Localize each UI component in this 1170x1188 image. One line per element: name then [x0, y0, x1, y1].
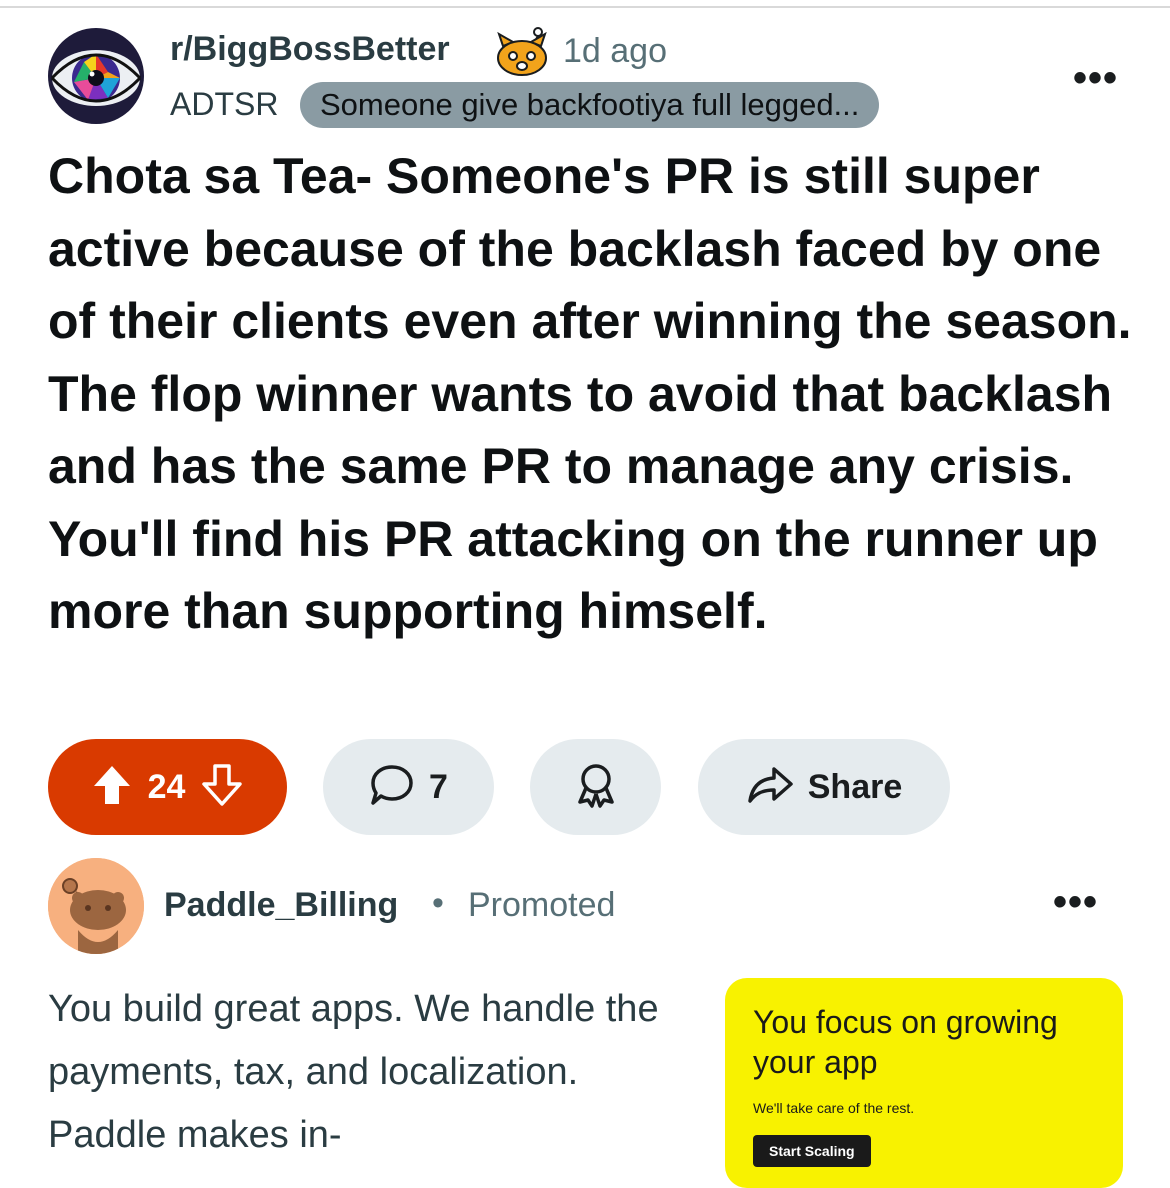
ad-more-options-icon[interactable]: •••	[1053, 880, 1098, 925]
subreddit-name[interactable]: r/BiggBossBetter	[170, 30, 450, 69]
snoo-avatar-icon	[48, 858, 144, 954]
advertiser-name[interactable]: Paddle_Billing	[164, 886, 398, 925]
promoted-label: Promoted	[468, 886, 616, 924]
share-arrow-icon	[746, 765, 794, 810]
creative-headline: You focus on growing your app	[753, 1004, 1058, 1080]
post-action-bar: 24 7 Share	[48, 739, 1128, 835]
share-label: Share	[807, 767, 903, 806]
subreddit-avatar[interactable]	[48, 28, 144, 124]
upvote-arrow-icon[interactable]	[92, 764, 132, 811]
downvote-arrow-icon[interactable]	[201, 763, 243, 812]
post-flair[interactable]: Someone give backfootiya full legged...	[300, 82, 880, 128]
post-more-options-icon[interactable]: •••	[1073, 56, 1118, 101]
advertiser-avatar[interactable]	[48, 858, 144, 954]
post-timestamp: 1d ago	[563, 32, 667, 70]
comment-count: 7	[429, 767, 448, 806]
eye-logo-icon	[48, 28, 144, 124]
share-button[interactable]: Share	[698, 739, 950, 835]
speech-bubble-icon	[369, 763, 415, 812]
start-scaling-button[interactable]: Start Scaling	[753, 1135, 871, 1167]
post-header: r/BiggBossBetter 1d ago ADTSR Someone gi…	[48, 26, 1128, 130]
snoo-badge-icon	[493, 26, 551, 78]
meta-separator: •	[432, 884, 444, 922]
vote-count: 24	[147, 767, 186, 806]
post-title[interactable]: Chota sa Tea- Someone's PR is still supe…	[48, 140, 1138, 648]
ad-body-text[interactable]: You build great apps. We handle the paym…	[48, 978, 688, 1167]
award-ribbon-icon	[574, 762, 618, 813]
top-divider	[0, 6, 1170, 8]
ad-creative-card[interactable]: You focus on growing your app We'll take…	[725, 978, 1123, 1188]
vote-control: 24	[48, 739, 287, 835]
creative-subtext: We'll take care of the rest.	[753, 1100, 915, 1116]
comments-button[interactable]: 7	[323, 739, 494, 835]
promoted-post-header: Paddle_Billing • Promoted •••	[48, 858, 1128, 954]
award-button[interactable]	[530, 739, 661, 835]
post-author[interactable]: ADTSR	[170, 86, 278, 123]
